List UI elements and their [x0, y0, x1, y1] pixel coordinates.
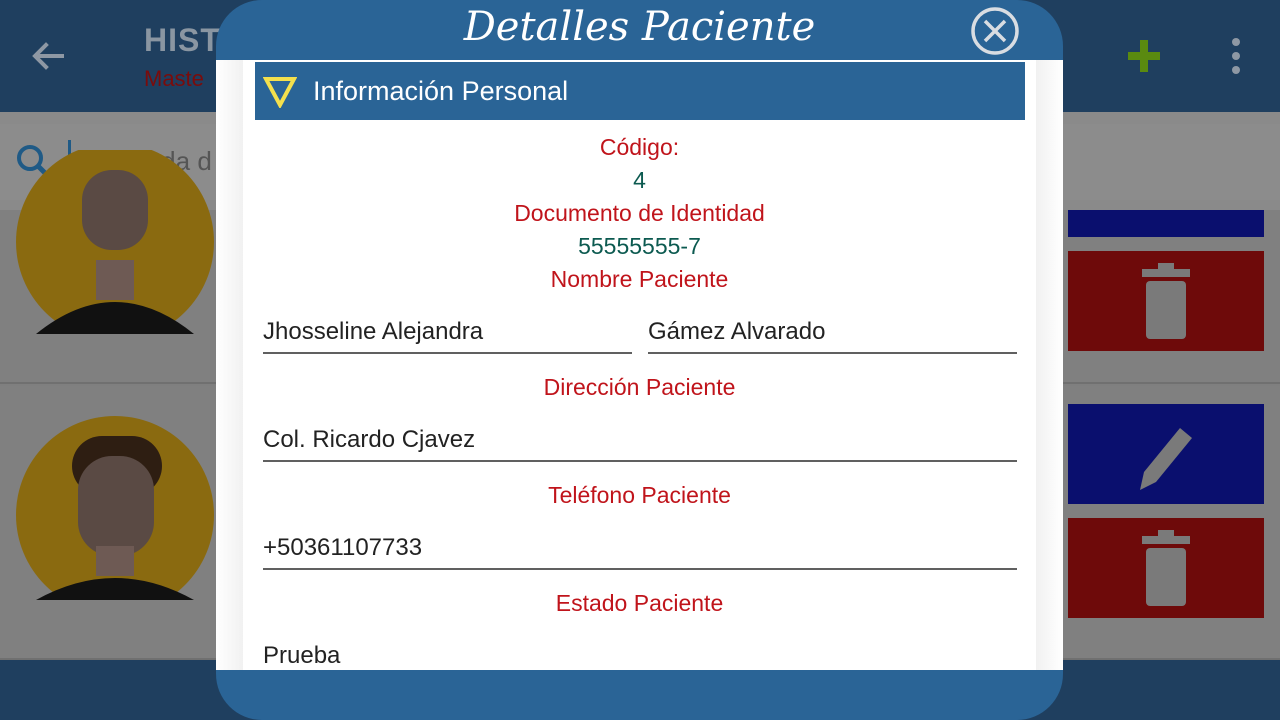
phone-label: Teléfono Paciente	[548, 482, 731, 508]
address-input[interactable]	[263, 422, 1017, 458]
more-vertical-icon[interactable]	[1226, 38, 1246, 74]
name-label: Nombre Paciente	[550, 266, 729, 292]
section-header-personal-info[interactable]: Información Personal	[255, 62, 1025, 120]
pencil-icon	[1140, 428, 1192, 490]
dialog-header: Detalles Paciente	[216, 0, 1063, 62]
arrow-left-icon[interactable]	[28, 36, 68, 76]
first-name-field[interactable]	[263, 314, 632, 354]
edit-button[interactable]	[1068, 210, 1264, 237]
last-name-input[interactable]	[648, 314, 1017, 350]
plus-icon[interactable]	[1124, 36, 1164, 76]
status-field[interactable]	[263, 638, 1017, 670]
first-name-input[interactable]	[263, 314, 632, 350]
address-field[interactable]	[263, 422, 1017, 462]
phone-input[interactable]	[263, 530, 1017, 566]
dialog-title: Detalles Paciente	[463, 4, 816, 50]
delete-button[interactable]	[1068, 518, 1264, 618]
address-label: Dirección Paciente	[543, 374, 736, 400]
triangle-down-icon	[263, 77, 297, 108]
code-label: Código:	[599, 134, 680, 160]
section-title: Información Personal	[313, 76, 569, 106]
dialog-footer	[216, 670, 1063, 720]
last-name-field[interactable]	[648, 314, 1017, 354]
female-avatar-icon	[16, 150, 214, 334]
app-subtitle: Maste	[144, 66, 204, 91]
code-value: 4	[633, 167, 646, 193]
dialog-body: Información Personal Código: 4 Documento…	[216, 60, 1063, 670]
document-label: Documento de Identidad	[514, 200, 765, 226]
trash-icon	[1142, 530, 1190, 606]
male-avatar-icon	[16, 416, 214, 600]
status-input[interactable]	[263, 638, 1017, 670]
status-label: Estado Paciente	[555, 590, 724, 616]
close-circle-icon[interactable]	[970, 6, 1020, 56]
document-value: 55555555-7	[578, 233, 701, 259]
trash-icon	[1142, 263, 1190, 339]
patient-details-dialog: Detalles Paciente Información Personal C…	[216, 0, 1063, 720]
delete-button[interactable]	[1068, 251, 1264, 351]
edit-button[interactable]	[1068, 404, 1264, 504]
phone-field[interactable]	[263, 530, 1017, 570]
